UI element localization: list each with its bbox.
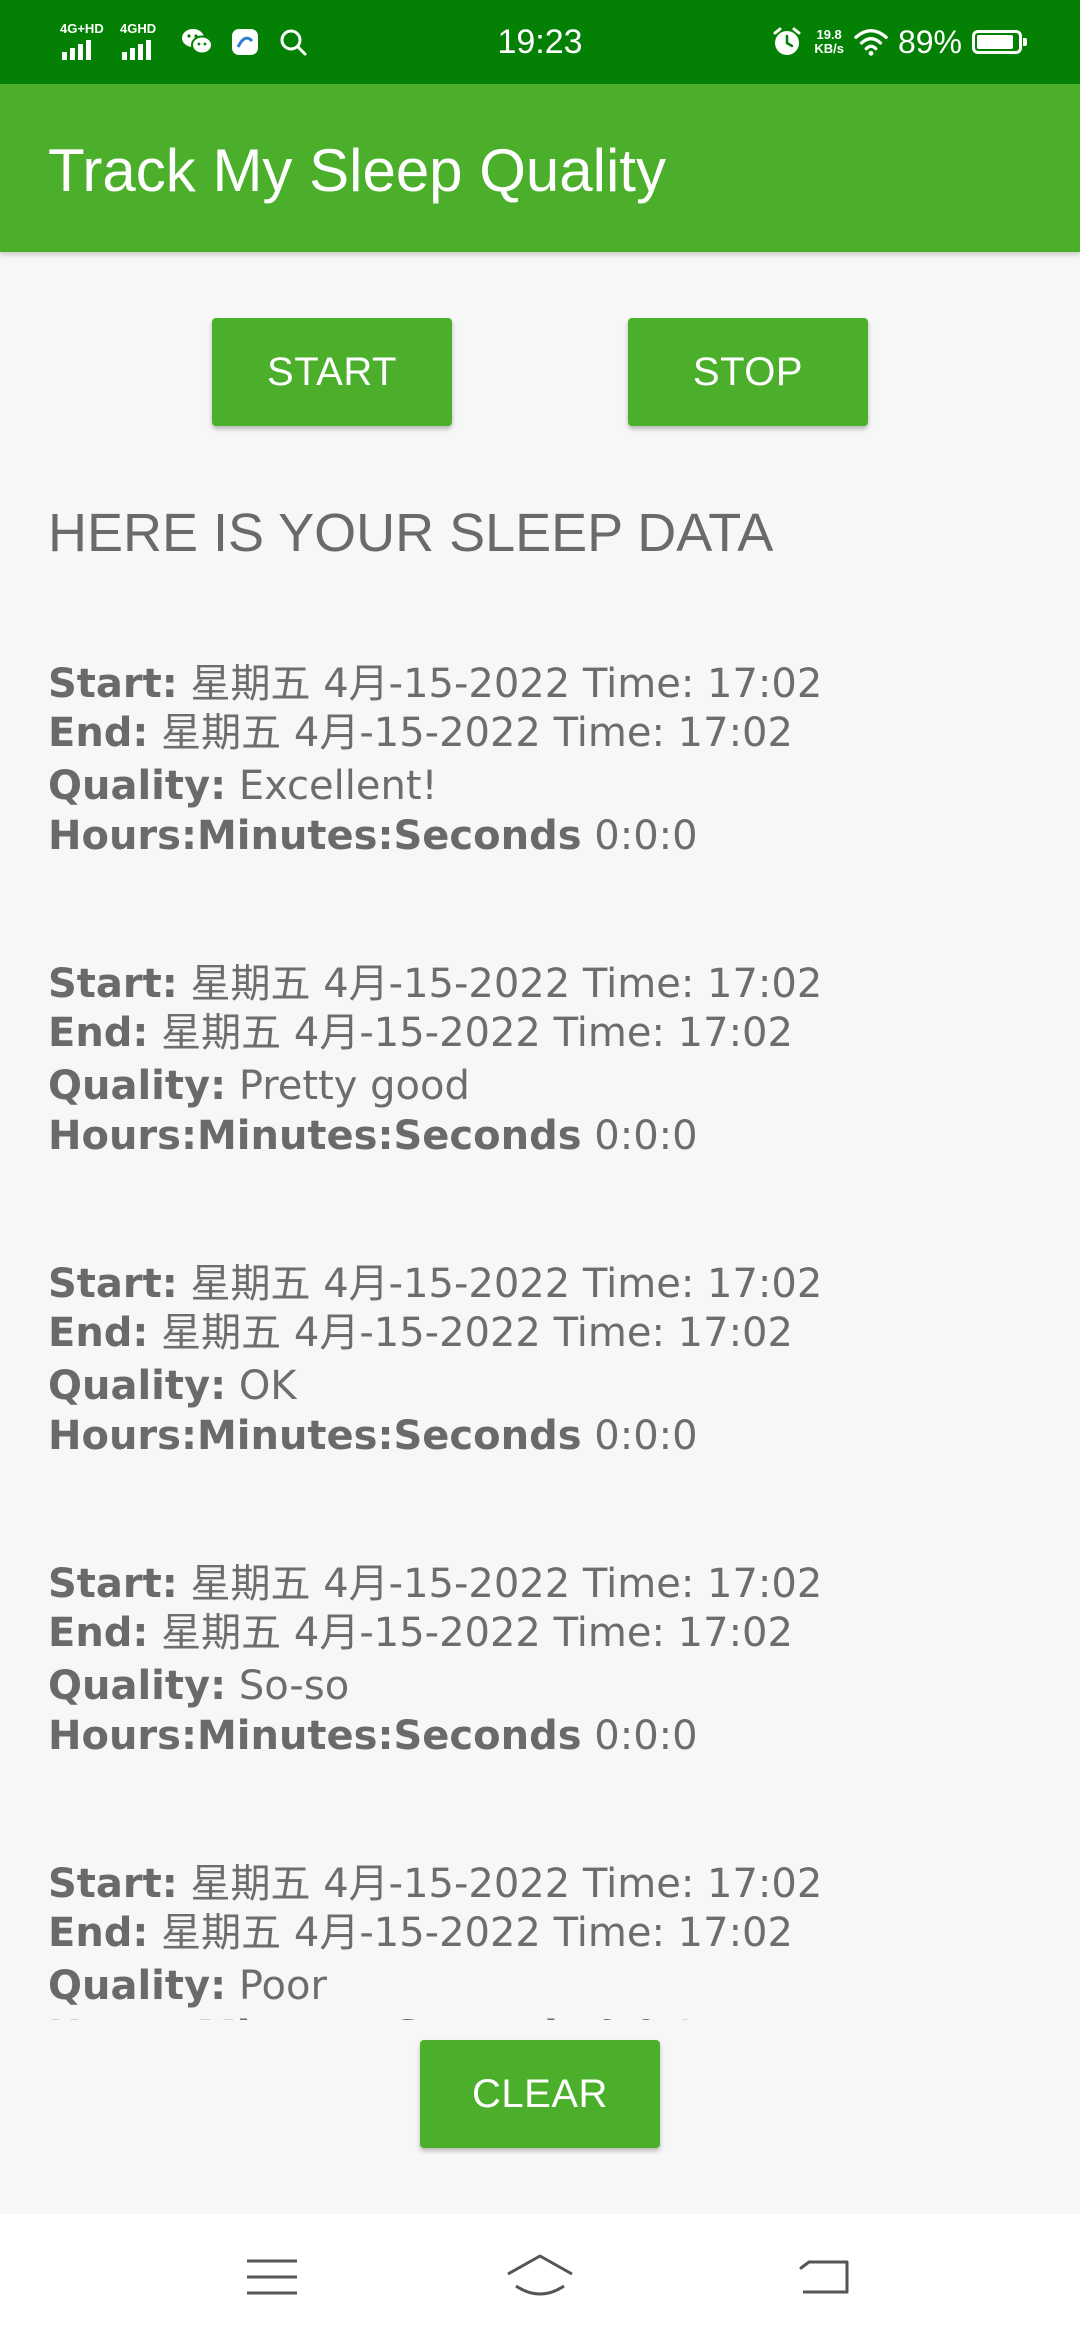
end-value: 星期五 4月-15-2022 Time: 17:02 [161,1610,793,1656]
duration-label: Hours:Minutes:Seconds [48,1413,582,1459]
status-bar: 4G+HD 4GHD 19:23 19.8 KB/s 89% [0,0,1080,84]
quality-value: Excellent! [238,763,438,809]
app-title: Track My Sleep Quality [48,137,666,204]
status-bar-right: 19.8 KB/s 89% [770,18,1027,66]
quality-row: Quality: Poor [48,1962,1048,2011]
menu-icon[interactable] [232,2244,312,2310]
end-value: 星期五 4月-15-2022 Time: 17:02 [161,1310,793,1356]
quality-row: Quality: Pretty good [48,1062,1048,1111]
stop-button[interactable]: STOP [628,318,868,426]
screen: 4G+HD 4GHD 19:23 19.8 KB/s 89% Track My … [0,0,1080,2340]
end-label: End: [48,710,149,756]
start-value: 星期五 4月-15-2022 Time: 17:02 [190,661,823,707]
app-bar: Track My Sleep Quality [0,84,1080,252]
speed-value: 19.8 [816,27,842,42]
start-label: Start: [48,1561,178,1607]
duration-row: Hours:Minutes:Seconds 0:0:0 [48,1712,1048,1761]
start-value: 星期五 4月-15-2022 Time: 17:02 [190,1261,823,1307]
quality-row: Quality: OK [48,1362,1048,1411]
quality-value: Poor [238,1963,327,2009]
alarm-icon [770,25,804,59]
speed-unit: KB/s [814,41,844,56]
battery-fill [977,35,1013,49]
end-value: 星期五 4月-15-2022 Time: 17:02 [161,1010,793,1056]
duration-value: 0:0:0 [594,1113,698,1159]
end-row: End: 星期五 4月-15-2022 Time: 17:02 [48,1009,1048,1058]
sleep-record: Start: 星期五 4月-15-2022 Time: 17:02 End: 星期… [48,1260,1048,1461]
end-label: End: [48,1010,149,1056]
start-row: Start: 星期五 4月-15-2022 Time: 17:02 [48,1260,1048,1309]
start-label: Start: [48,1861,178,1907]
section-title: HERE IS YOUR SLEEP DATA [48,503,774,563]
start-label: Start: [48,1261,178,1307]
start-row: Start: 星期五 4月-15-2022 Time: 17:02 [48,660,1048,709]
end-row: End: 星期五 4月-15-2022 Time: 17:02 [48,709,1048,758]
start-label: Start: [48,661,178,707]
duration-row: Hours:Minutes:Seconds 0:0:0 [48,812,1048,861]
clear-button[interactable]: CLEAR [420,2040,660,2148]
end-label: End: [48,1310,149,1356]
battery-percent: 89% [897,23,962,60]
duration-label: Hours:Minutes:Seconds [48,2013,582,2020]
quality-value: Pretty good [238,1063,470,1109]
end-label: End: [48,1610,149,1656]
navigation-bar [0,2214,1080,2340]
start-value: 星期五 4月-15-2022 Time: 17:02 [190,1861,823,1907]
end-row: End: 星期五 4月-15-2022 Time: 17:02 [48,1609,1048,1658]
end-row: End: 星期五 4月-15-2022 Time: 17:02 [48,1309,1048,1358]
quality-row: Quality: Excellent! [48,762,1048,811]
start-value: 星期五 4月-15-2022 Time: 17:02 [190,961,823,1007]
duration-row: Hours:Minutes:Seconds 0:0:1 [48,2012,1048,2020]
start-button[interactable]: START [212,318,452,426]
quality-value: So-so [238,1663,350,1709]
home-icon[interactable] [500,2244,580,2310]
duration-row: Hours:Minutes:Seconds 0:0:0 [48,1412,1048,1461]
start-label: Start: [48,961,178,1007]
quality-label: Quality: [48,763,227,809]
duration-label: Hours:Minutes:Seconds [48,1113,582,1159]
duration-value: 0:0:0 [594,813,698,859]
duration-value: 0:0:1 [594,2013,697,2020]
quality-label: Quality: [48,1963,227,2009]
end-value: 星期五 4月-15-2022 Time: 17:02 [161,710,793,756]
network-speed: 19.8 KB/s [814,28,844,56]
end-row: End: 星期五 4月-15-2022 Time: 17:02 [48,1909,1048,1958]
duration-row: Hours:Minutes:Seconds 0:0:0 [48,1112,1048,1161]
sleep-record: Start: 星期五 4月-15-2022 Time: 17:02 End: 星期… [48,1860,1048,2020]
quality-row: Quality: So-so [48,1662,1048,1711]
duration-value: 0:0:0 [594,1413,698,1459]
sleep-data-list[interactable]: Start: 星期五 4月-15-2022 Time: 17:02 End: 星期… [0,640,1080,2020]
end-value: 星期五 4月-15-2022 Time: 17:02 [161,1910,793,1956]
duration-label: Hours:Minutes:Seconds [48,1713,582,1759]
quality-label: Quality: [48,1363,227,1409]
sleep-record: Start: 星期五 4月-15-2022 Time: 17:02 End: 星期… [48,1560,1048,1761]
start-value: 星期五 4月-15-2022 Time: 17:02 [190,1561,823,1607]
duration-value: 0:0:0 [594,1713,698,1759]
end-label: End: [48,1910,149,1956]
sleep-record: Start: 星期五 4月-15-2022 Time: 17:02 End: 星期… [48,960,1048,1161]
battery-icon [972,30,1027,54]
start-row: Start: 星期五 4月-15-2022 Time: 17:02 [48,960,1048,1009]
quality-label: Quality: [48,1063,227,1109]
start-row: Start: 星期五 4月-15-2022 Time: 17:02 [48,1560,1048,1609]
duration-label: Hours:Minutes:Seconds [48,813,582,859]
quality-label: Quality: [48,1663,227,1709]
back-icon[interactable] [784,2244,864,2310]
sleep-record: Start: 星期五 4月-15-2022 Time: 17:02 End: 星期… [48,660,1048,861]
quality-value: OK [238,1363,297,1409]
wifi-icon [854,25,888,59]
start-row: Start: 星期五 4月-15-2022 Time: 17:02 [48,1860,1048,1909]
